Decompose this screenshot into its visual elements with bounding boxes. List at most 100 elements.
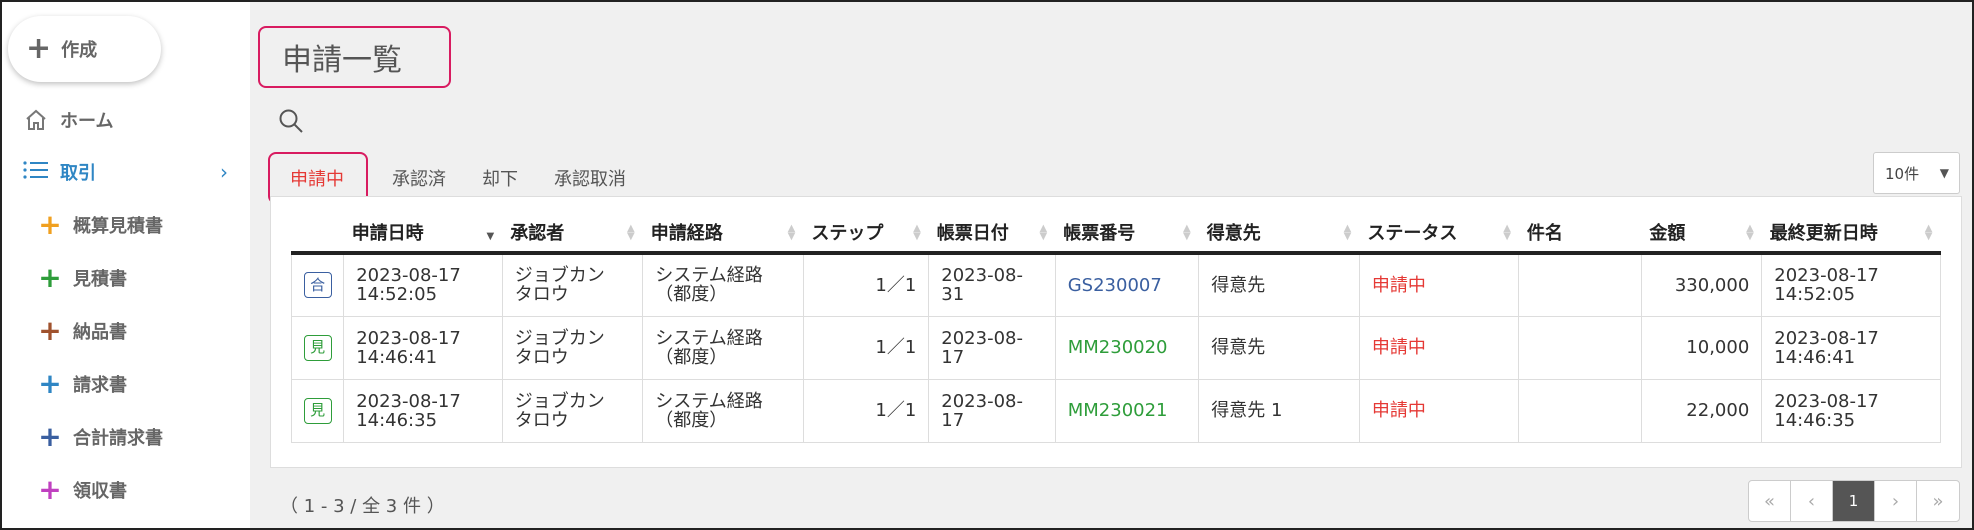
amount-cell: 330,000 — [1640, 252, 1763, 317]
sort-icon: ▲ ▼ — [627, 223, 635, 242]
sidebar-item-label: 領収書 — [73, 481, 127, 502]
doc-type-badge: 見 — [303, 334, 332, 361]
plus-icon: + — [38, 261, 62, 294]
column-header-customer[interactable]: 得意先 ▲ ▼ — [1198, 213, 1360, 255]
subject-cell — [1518, 252, 1642, 317]
route-cell: システム経路 （都度） — [642, 378, 804, 443]
chevron-right-icon: › — [220, 160, 228, 184]
sidebar-item-label: 請求書 — [73, 375, 127, 396]
plus-icon: + — [38, 208, 62, 241]
result-count: （ 1 - 3 / 全 3 件 ） — [280, 496, 445, 517]
plus-icon: + — [26, 31, 52, 66]
doc-date-cell: 2023-08-17 — [928, 315, 1056, 380]
column-header-step[interactable]: ステップ ▲ ▼ — [803, 213, 929, 255]
doc-no-link[interactable]: GS230007 — [1054, 252, 1200, 317]
sort-icon: ▲ ▼ — [1039, 223, 1048, 242]
prev-page-button[interactable]: ‹ — [1791, 481, 1833, 521]
plus-icon: + — [38, 314, 62, 347]
sidebar-item-home[interactable]: ホーム — [2, 95, 250, 145]
status-cell: 申請中 — [1358, 315, 1520, 380]
column-header-applied-at[interactable]: 申請日時 ▼ — [343, 213, 503, 255]
next-page-button[interactable]: › — [1875, 481, 1917, 521]
approver-cell: ジョブカン タロウ — [501, 252, 644, 317]
column-header-approver[interactable]: 承認者 ▲ ▼ — [502, 213, 643, 255]
sidebar-item-tori[interactable]: 取引 › — [2, 147, 250, 197]
sidebar-item-goukei[interactable]: + 合計請求書 — [2, 412, 250, 462]
sort-icon: ▲ ▼ — [913, 223, 921, 242]
customer-cell: 得意先 — [1198, 315, 1360, 380]
sidebar-item-seikyu[interactable]: + 請求書 — [2, 359, 250, 409]
sidebar-item-label: 概算見積書 — [73, 216, 163, 237]
pagination: « ‹ 1 › » — [1748, 480, 1960, 522]
status-cell: 申請中 — [1358, 252, 1520, 317]
doc-type-badge: 見 — [303, 397, 332, 424]
sort-icon: ▲ ▼ — [1183, 223, 1191, 242]
sidebar-item-label: 見積書 — [73, 269, 127, 290]
sort-icon: ▲ ▼ — [1343, 223, 1352, 242]
per-page-value: 10件 — [1885, 164, 1920, 183]
column-header-badge — [291, 213, 344, 255]
subject-cell — [1518, 378, 1642, 443]
sidebar-item-label: 納品書 — [73, 322, 127, 343]
step-cell: 1／1 — [802, 378, 930, 443]
create-button[interactable]: + 作成 — [8, 16, 161, 82]
step-cell: 1／1 — [802, 315, 930, 380]
application-table: 申請日時 ▼ 承認者 ▲ ▼ 申請経路 ▲ ▼ ステップ ▲ ▼ 帳票日付 ▲ ▼ 帳票番号 ▲ ▼… — [290, 213, 1941, 443]
caret-down-icon: ▼ — [1939, 166, 1949, 180]
doc-type-badge: 合 — [303, 272, 332, 299]
route-cell: システム経路 （都度） — [642, 315, 804, 380]
column-header-status[interactable]: ステータス ▲ ▼ — [1359, 213, 1519, 255]
plus-icon: + — [38, 367, 62, 400]
page-title: 申請一覧 — [282, 43, 402, 78]
updated-at-cell: 2023-08-17 14:46:41 — [1761, 315, 1941, 380]
create-label: 作成 — [61, 40, 98, 61]
home-icon — [20, 109, 52, 131]
plus-icon: + — [38, 473, 62, 506]
per-page-select[interactable]: 10件 ▼ — [1873, 152, 1960, 194]
doc-type-cell: 見 — [290, 378, 345, 443]
current-page-button[interactable]: 1 — [1833, 481, 1875, 521]
table-header-row: 申請日時 ▼ 承認者 ▲ ▼ 申請経路 ▲ ▼ ステップ ▲ ▼ 帳票日付 ▲ ▼ 帳票番号 ▲ ▼… — [291, 213, 1941, 255]
column-header-updated-at[interactable]: 最終更新日時 ▲ ▼ — [1761, 213, 1941, 255]
sidebar-item-gaisan[interactable]: + 概算見積書 — [2, 200, 250, 250]
status-cell: 申請中 — [1358, 378, 1520, 443]
table-row[interactable]: 合 2023-08-17 14:52:05 ジョブカン タロウ システム経路 （都度）… — [290, 252, 1941, 317]
table-row[interactable]: 見 2023-08-17 14:46:41 ジョブカン タロウ システム経路 （都度）… — [290, 315, 1941, 380]
subject-cell — [1518, 315, 1642, 380]
sort-icon: ▲ ▼ — [1503, 223, 1511, 242]
step-cell: 1／1 — [802, 252, 930, 317]
updated-at-cell: 2023-08-17 14:46:35 — [1761, 378, 1941, 443]
sort-icon: ▲ ▼ — [1746, 223, 1754, 242]
sidebar-item-mitsumori[interactable]: + 見積書 — [2, 253, 250, 303]
last-page-button[interactable]: » — [1917, 481, 1959, 521]
first-page-button[interactable]: « — [1749, 481, 1791, 521]
applied-at-cell: 2023-08-17 14:46:41 — [343, 315, 503, 380]
table-row[interactable]: 見 2023-08-17 14:46:35 ジョブカン タロウ システム経路 （都度）… — [290, 378, 1941, 443]
route-cell: システム経路 （都度） — [642, 252, 804, 317]
doc-type-cell: 見 — [290, 315, 345, 380]
column-header-doc-no[interactable]: 帳票番号 ▲ ▼ — [1055, 213, 1199, 255]
list-icon — [20, 160, 52, 184]
applied-at-cell: 2023-08-17 14:52:05 — [343, 252, 503, 317]
updated-at-cell: 2023-08-17 14:52:05 — [1761, 252, 1941, 317]
doc-no-link[interactable]: MM230021 — [1054, 378, 1200, 443]
column-header-doc-date[interactable]: 帳票日付 ▲ ▼ — [928, 213, 1056, 255]
approver-cell: ジョブカン タロウ — [501, 315, 644, 380]
column-header-route[interactable]: 申請経路 ▲ ▼ — [642, 213, 804, 255]
customer-cell: 得意先 1 — [1198, 378, 1360, 443]
sidebar-item-label: ホーム — [60, 111, 114, 132]
sort-icon: ▲ ▼ — [787, 223, 796, 242]
plus-icon: + — [38, 420, 62, 453]
sidebar-item-nouhin[interactable]: + 納品書 — [2, 306, 250, 356]
amount-cell: 22,000 — [1640, 378, 1763, 443]
column-header-subject: 件名 — [1518, 213, 1642, 255]
search-icon[interactable] — [278, 108, 304, 138]
column-header-amount[interactable]: 金額 ▲ ▼ — [1641, 213, 1762, 255]
sidebar-item-ryoshu[interactable]: + 領収書 — [2, 465, 250, 515]
amount-cell: 10,000 — [1640, 315, 1763, 380]
sidebar-item-label: 取引 — [60, 163, 96, 184]
customer-cell: 得意先 — [1198, 252, 1360, 317]
doc-date-cell: 2023-08-31 — [928, 252, 1056, 317]
doc-no-link[interactable]: MM230020 — [1054, 315, 1200, 380]
sort-icon: ▼ — [486, 231, 495, 242]
